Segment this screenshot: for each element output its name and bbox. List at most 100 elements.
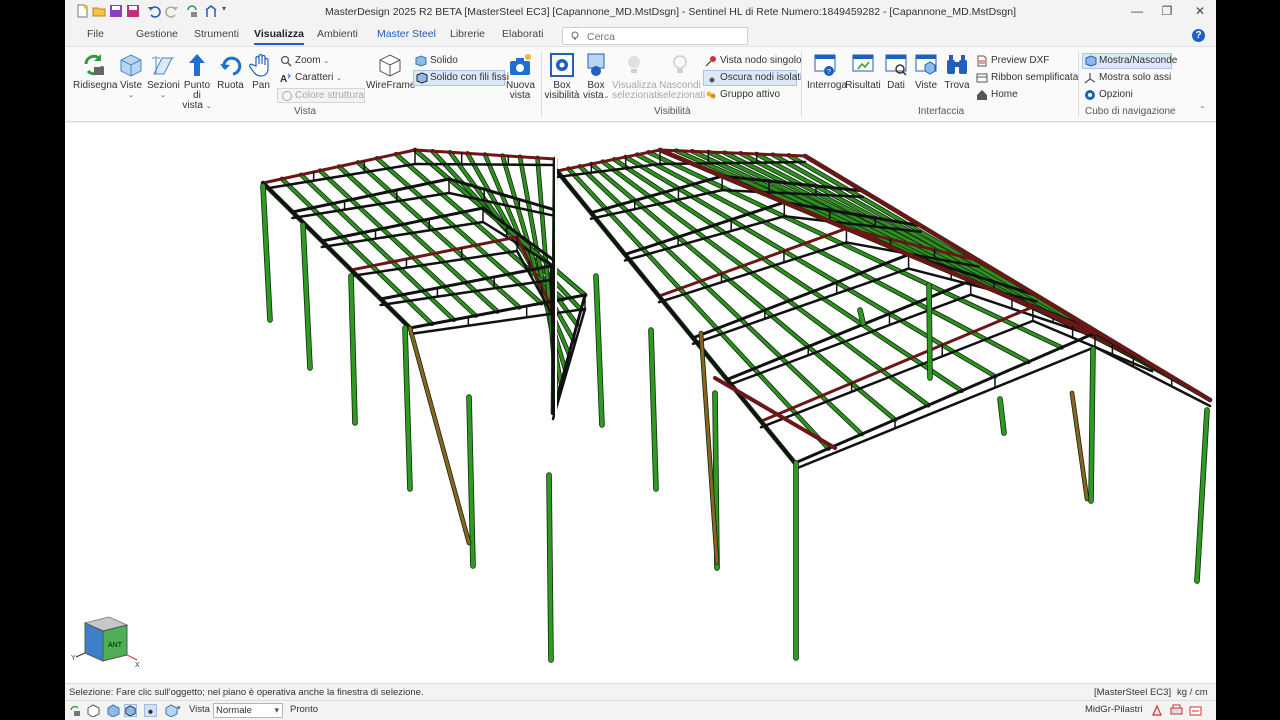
status-message: Selezione: Fare clic sull'oggetto; nel p… (69, 687, 424, 698)
wireframe-button[interactable]: WireFrame (366, 52, 415, 91)
move-tool-icon[interactable] (1151, 704, 1164, 717)
navigation-view-cube[interactable]: ANT Y X (71, 609, 143, 671)
ribbon-semplificata-button[interactable]: Ribbon semplificata (976, 71, 1078, 85)
lightbulb-search-icon (571, 31, 579, 40)
bracing-member[interactable] (408, 326, 471, 545)
mostra-solo-assi-button[interactable]: Mostra solo assi (1084, 71, 1174, 85)
risultati-button[interactable]: Risultati (845, 52, 881, 91)
solid-wire-cube-small-icon[interactable] (124, 704, 137, 717)
ridisegna-button[interactable]: Ridisegna (73, 52, 117, 91)
structure-3d-model[interactable] (65, 123, 1216, 683)
truss-bottom-chord[interactable] (413, 162, 557, 167)
qat-customize-icon[interactable]: ▾ (222, 4, 236, 18)
search-input[interactable] (587, 30, 742, 43)
steel-column[interactable] (1089, 347, 1095, 503)
oscura-nodi-isolati-button[interactable]: Oscura nodi isolati (703, 70, 802, 86)
caratteri-dropdown[interactable]: A Caratteri ⌄ (280, 71, 350, 85)
node-toggle-icon[interactable] (144, 704, 157, 717)
restore-button[interactable]: ❐ (1157, 4, 1177, 20)
steel-column[interactable] (1195, 408, 1209, 583)
print-icon[interactable] (1170, 704, 1183, 717)
vista-nodo-singolo-button[interactable]: Vista nodo singolo (705, 54, 802, 68)
tab-ambienti[interactable]: Ambienti (317, 28, 358, 40)
solido-button[interactable]: Solido (415, 54, 501, 68)
truss-bottom-chord[interactable] (793, 345, 1097, 471)
tab-file[interactable]: File (87, 28, 104, 40)
colore-struttura-dropdown[interactable]: Colore struttura (277, 88, 365, 103)
export-icon[interactable] (1189, 704, 1202, 717)
ruota-label: Ruota (217, 80, 244, 91)
box-visibilita-button[interactable]: Box visibilità (544, 52, 580, 101)
steel-column[interactable] (927, 283, 932, 380)
structure-icon[interactable] (204, 4, 218, 18)
truss-top-chord[interactable] (657, 226, 848, 298)
new-file-icon[interactable] (75, 4, 89, 18)
tab-elaborati[interactable]: Elaborati (502, 28, 543, 40)
interfaccia-viste-button[interactable]: Viste (913, 52, 939, 91)
home-button[interactable]: Home (976, 88, 1076, 102)
tab-visualizza[interactable]: Visualizza (254, 28, 304, 45)
bracing-member[interactable] (1070, 391, 1089, 501)
ribbon-panel: Ridisegna Viste ⌄ Sezioni ⌄ Punto di vis… (65, 46, 1216, 122)
tab-master-steel[interactable]: Master Steel (377, 28, 436, 40)
truss-top-chord[interactable] (793, 331, 1097, 465)
tab-strumenti[interactable]: Strumenti (194, 28, 239, 40)
roof-purlin[interactable] (566, 167, 830, 451)
wireframe-cube-small-icon[interactable] (87, 704, 100, 717)
visualizza-selezionati-button[interactable]: Visualizza selezionati (612, 52, 660, 101)
steel-column[interactable] (649, 328, 658, 491)
truss-top-chord[interactable] (759, 305, 1035, 423)
refresh-model-icon[interactable] (185, 4, 199, 18)
nascondi-selezionati-button[interactable]: Nascondi selezionati (658, 52, 705, 101)
visualizza-selezionati-label-2: selezionati (612, 90, 660, 101)
search-box[interactable] (562, 27, 748, 45)
undo-icon[interactable] (147, 4, 161, 18)
trova-button[interactable]: Trova (944, 52, 970, 91)
truss-bottom-chord[interactable] (658, 160, 807, 166)
interroga-button[interactable]: ? Interroga (807, 52, 848, 91)
open-folder-icon[interactable] (92, 4, 106, 18)
redo-icon[interactable] (165, 4, 179, 18)
gruppo-attivo-button[interactable]: Gruppo attivo (705, 88, 797, 102)
preview-dxf-button[interactable]: Preview DXF (976, 54, 1076, 68)
ruota-button[interactable]: Ruota (217, 52, 244, 91)
truss-top-chord[interactable] (725, 279, 973, 382)
solido-fili-fissi-button[interactable]: Solido con fili fissi (413, 70, 509, 86)
redraw-icon (84, 54, 104, 76)
status-layer: MidGr-Pilastri (1085, 704, 1143, 715)
save-icon[interactable] (109, 4, 123, 18)
tab-gestione[interactable]: Gestione (136, 28, 178, 40)
box-vista-button[interactable]: Box vista⌄ (583, 52, 609, 102)
pan-button[interactable]: Pan (248, 52, 274, 91)
eave-beam[interactable] (551, 157, 557, 415)
sezioni-dropdown-button[interactable]: Sezioni ⌄ (147, 52, 180, 101)
view-cube-y-axis: Y (71, 655, 76, 662)
nuova-vista-button[interactable]: Nuova vista (506, 52, 535, 101)
truss-bottom-chord[interactable] (1093, 345, 1212, 408)
minimize-button[interactable]: — (1127, 4, 1147, 20)
results-window-icon (852, 54, 874, 72)
dati-button[interactable]: Dati (883, 52, 909, 91)
punto-di-vista-label-1: Punto di (183, 80, 211, 101)
opzioni-button[interactable]: Opzioni (1084, 88, 1174, 102)
steel-column[interactable] (547, 473, 553, 662)
truss-top-chord[interactable] (691, 253, 911, 340)
vista-mode-select[interactable]: Normale (213, 703, 283, 718)
regenerate-icon[interactable] (68, 704, 81, 717)
interroga-label: Interroga (807, 80, 848, 91)
save-as-icon[interactable] (126, 4, 140, 18)
viste-dropdown-button[interactable]: Viste ⌄ (118, 52, 144, 101)
close-button[interactable]: ✕ (1190, 4, 1210, 20)
mostra-nasconde-button[interactable]: Mostra/Nasconde (1082, 53, 1177, 69)
punto-di-vista-button[interactable]: Punto di vista ⌄ (179, 52, 215, 112)
group-separator (801, 51, 802, 117)
view-settings-chevron-icon[interactable]: ▾ (177, 704, 181, 712)
solid-cube-small-icon[interactable] (107, 704, 120, 717)
steel-column[interactable] (403, 326, 412, 491)
model-viewport[interactable]: ANT Y X (65, 123, 1216, 683)
solido-label: Solido (430, 55, 458, 66)
collapse-ribbon-icon[interactable]: ⌃ (1199, 105, 1206, 114)
help-icon[interactable]: ? (1192, 29, 1205, 42)
tab-librerie[interactable]: Librerie (450, 28, 485, 40)
zoom-dropdown[interactable]: Zoom ⌄ (280, 54, 350, 68)
